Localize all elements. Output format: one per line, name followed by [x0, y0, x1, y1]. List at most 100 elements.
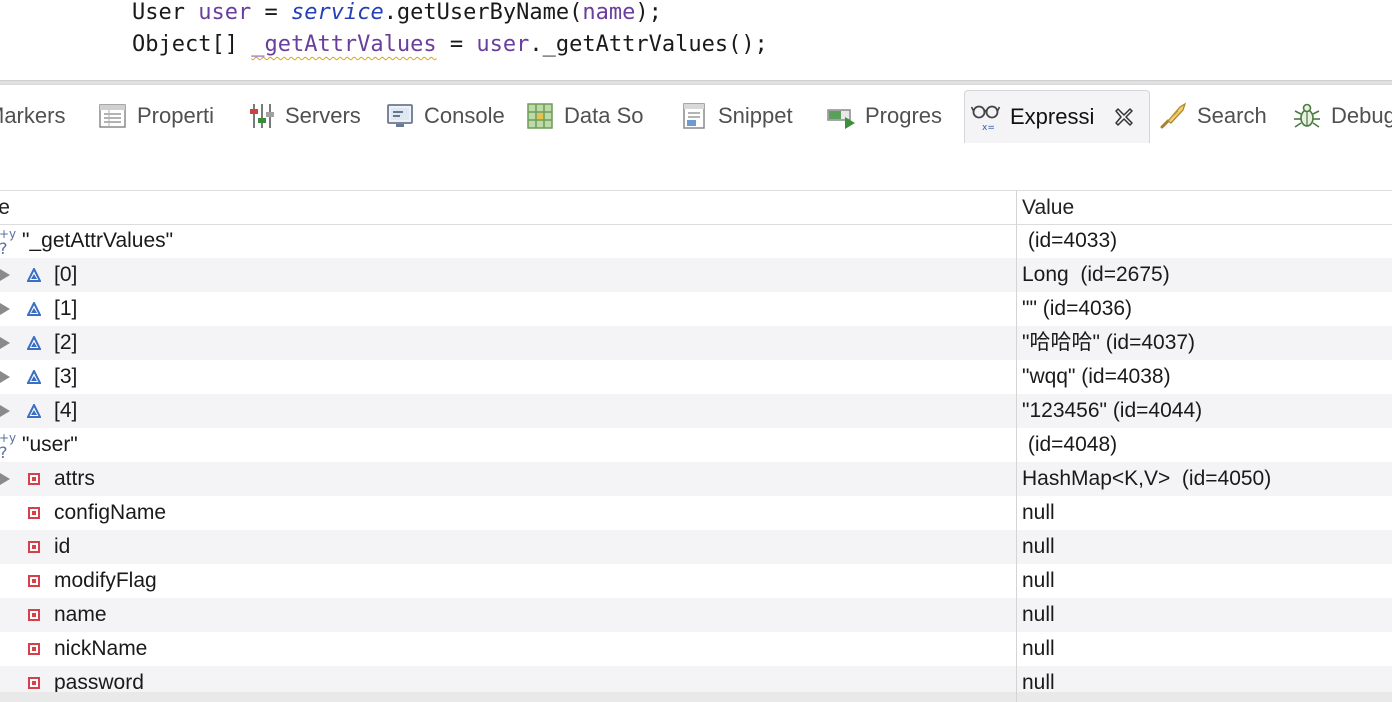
- variable-value: "" (id=4036): [1022, 297, 1133, 320]
- column-header-name-label: Name: [0, 196, 10, 219]
- console-icon: [387, 104, 413, 127]
- tab-markers[interactable]: Markers: [0, 92, 65, 140]
- table-row[interactable]: configName null: [0, 496, 1392, 530]
- view-tab-bar: Markers Properti Servers: [0, 86, 1392, 143]
- tab-label: Properti: [137, 103, 215, 128]
- search-icon: [1160, 102, 1187, 129]
- tab-label: Search: [1197, 103, 1267, 128]
- code-call: ._getAttrValues();: [529, 32, 768, 57]
- data-source-icon: [527, 103, 553, 129]
- horizontal-scrollbar[interactable]: [0, 692, 1392, 702]
- watch-expression-row[interactable]: +y? "user" (id=4048): [0, 428, 1392, 462]
- tab-label: Console: [424, 103, 505, 128]
- code-receiver: user: [476, 32, 530, 57]
- code-argument: name: [582, 0, 636, 25]
- watch-expression-icon: +y?: [0, 431, 16, 460]
- debug-bug-icon: [1294, 103, 1320, 128]
- close-tab-icon[interactable]: [1113, 106, 1135, 128]
- private-field-icon: [28, 609, 40, 621]
- editor-panel-divider[interactable]: [0, 80, 1392, 85]
- variable-value: null: [1022, 501, 1055, 524]
- tab-label: Expressi: [1010, 104, 1095, 129]
- tab-data-source[interactable]: Data So: [525, 92, 644, 140]
- variable-name: id: [54, 535, 71, 558]
- column-header-value[interactable]: Value: [1022, 191, 1074, 224]
- code-terminator: );: [635, 0, 662, 25]
- variable-name: [3]: [54, 365, 78, 388]
- code-type: Object[]: [132, 32, 238, 57]
- progress-icon: [827, 109, 855, 129]
- snippet-icon: [683, 103, 705, 129]
- private-field-icon: [28, 541, 40, 553]
- tab-label: Progres: [865, 103, 943, 128]
- expand-chevron-icon[interactable]: [0, 269, 10, 281]
- array-element-icon: [27, 268, 41, 282]
- variable-name: nickName: [54, 637, 148, 660]
- tab-progress[interactable]: Progres: [826, 92, 942, 140]
- tab-expressions[interactable]: x= Expressi: [964, 90, 1151, 143]
- tab-label: Snippet: [718, 103, 793, 128]
- private-field-icon: [28, 643, 40, 655]
- code-editor[interactable]: User user = service.getUserByName(name);…: [0, 0, 1392, 80]
- tab-label: Servers: [285, 103, 361, 128]
- code-line[interactable]: User user = service.getUserByName(name);: [132, 0, 662, 29]
- table-row[interactable]: [3] "wqq" (id=4038): [0, 360, 1392, 394]
- variable-name: modifyFlag: [54, 569, 157, 592]
- expand-chevron-icon[interactable]: [0, 405, 10, 417]
- tab-search[interactable]: Search: [1158, 92, 1267, 140]
- private-field-icon: [28, 473, 40, 485]
- variable-value: null: [1022, 535, 1055, 558]
- variable-value: (id=4048): [1022, 433, 1118, 456]
- expand-chevron-icon[interactable]: [0, 337, 10, 349]
- code-operator: =: [251, 0, 291, 25]
- code-variable: user: [198, 0, 252, 25]
- expressions-tree-table[interactable]: Name Value +y? "_getAttrValues" (id=4033)…: [0, 190, 1392, 702]
- expand-chevron-icon[interactable]: [0, 473, 10, 485]
- variable-name: [4]: [54, 399, 78, 422]
- array-element-icon: [27, 336, 41, 350]
- tab-properties[interactable]: Properti: [98, 92, 214, 140]
- variable-value: "wqq" (id=4038): [1022, 365, 1171, 388]
- column-divider[interactable]: [1016, 190, 1017, 702]
- tab-console[interactable]: Console: [385, 92, 505, 140]
- table-row[interactable]: name null: [0, 598, 1392, 632]
- table-row[interactable]: [1] "" (id=4036): [0, 292, 1392, 326]
- table-row[interactable]: id null: [0, 530, 1392, 564]
- private-field-icon: [28, 677, 40, 689]
- variable-value: HashMap<K,V> (id=4050): [1022, 467, 1272, 490]
- tab-snippets[interactable]: Snippet: [679, 92, 793, 140]
- tab-label: Markers: [0, 103, 66, 128]
- variable-value: "123456" (id=4044): [1022, 399, 1203, 422]
- table-row[interactable]: attrs HashMap<K,V> (id=4050): [0, 462, 1392, 496]
- table-row[interactable]: [4] "123456" (id=4044): [0, 394, 1392, 428]
- variable-name: "_getAttrValues": [22, 229, 174, 252]
- servers-icon: [250, 104, 274, 128]
- properties-icon: [99, 104, 126, 128]
- table-row[interactable]: nickName null: [0, 632, 1392, 666]
- variable-name: [1]: [54, 297, 78, 320]
- watch-expression-row[interactable]: +y? "_getAttrValues" (id=4033): [0, 224, 1392, 258]
- table-row[interactable]: modifyFlag null: [0, 564, 1392, 598]
- variable-value: null: [1022, 637, 1055, 660]
- array-element-icon: [27, 370, 41, 384]
- variable-name: "user": [22, 433, 78, 456]
- private-field-icon: [28, 507, 40, 519]
- code-receiver: service: [290, 0, 384, 25]
- expand-chevron-icon[interactable]: [0, 371, 10, 383]
- watch-expression-icon: +y?: [0, 227, 16, 256]
- variable-name: [2]: [54, 331, 78, 354]
- table-row[interactable]: [0] Long (id=2675): [0, 258, 1392, 292]
- code-line[interactable]: Object[] _getAttrValues = user._getAttrV…: [132, 29, 768, 61]
- private-field-icon: [28, 575, 40, 587]
- variable-name: configName: [54, 501, 167, 524]
- table-row[interactable]: [2] "哈哈哈" (id=4037): [0, 326, 1392, 360]
- code-operator: =: [436, 32, 477, 57]
- tab-servers[interactable]: Servers: [246, 92, 361, 140]
- variable-name: name: [54, 603, 107, 626]
- tab-debug[interactable]: Debug: [1292, 92, 1392, 140]
- variable-value: null: [1022, 569, 1055, 592]
- expressions-icon: x=: [971, 105, 1001, 132]
- code-call: .getUserByName(: [383, 0, 583, 25]
- variable-name: attrs: [54, 467, 95, 490]
- expand-chevron-icon[interactable]: [0, 303, 10, 315]
